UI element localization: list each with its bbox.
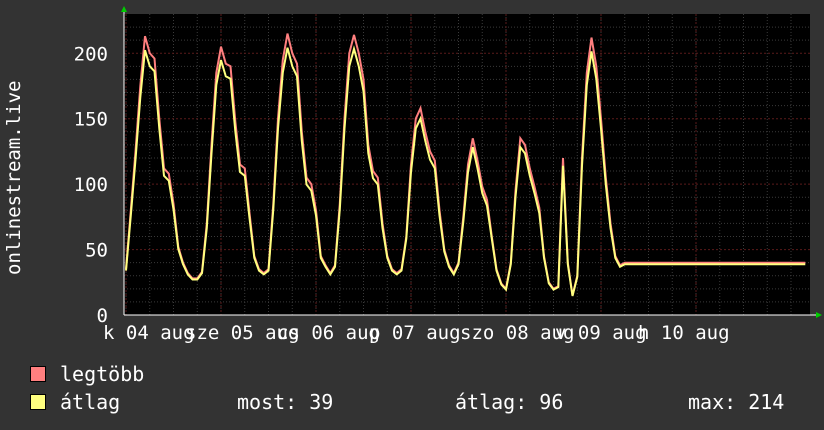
y-tick-label: 100 (74, 174, 108, 196)
x-tick-label: k 04 aug (103, 322, 195, 344)
x-tick-label: v 09 aug (555, 322, 647, 344)
legend-item-max: legtöbb (30, 362, 144, 386)
legend-swatch-avg (30, 394, 46, 410)
y-tick-label: 50 (85, 240, 108, 262)
x-tick-label: p 07 aug (369, 322, 461, 344)
plot-area: 050100150200k 04 augsze 05 augcs 06 augp… (74, 6, 822, 344)
y-axis-arrow (121, 6, 127, 12)
stat-max: max: 214 (688, 390, 785, 414)
y-tick-label: 150 (74, 109, 108, 131)
legend-label-max: legtöbb (60, 362, 145, 386)
stat-average: átlag: 96 (455, 390, 564, 414)
y-axis-label: onlinestream.live (3, 80, 25, 275)
y-tick-label: 200 (74, 43, 108, 65)
legend-label-avg: átlag (60, 390, 121, 414)
legend-swatch-max (30, 366, 46, 382)
x-tick-label: cs 06 aug (277, 322, 380, 344)
x-axis-arrow (816, 312, 822, 318)
stat-current: most: 39 (237, 390, 334, 414)
x-tick-label: h 10 aug (638, 322, 730, 344)
legend-item-avg: átlag (30, 390, 120, 414)
